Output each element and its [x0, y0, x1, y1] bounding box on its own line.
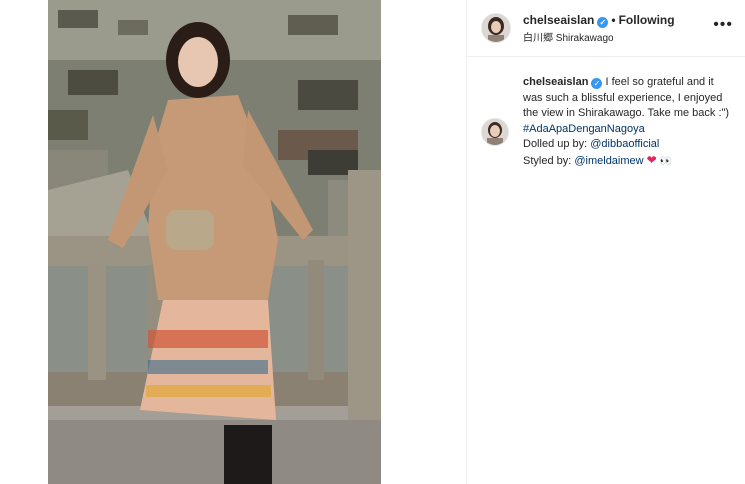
- more-options-icon[interactable]: •••: [713, 16, 733, 34]
- photo-illustration: [48, 0, 381, 484]
- caption-avatar[interactable]: [481, 118, 509, 146]
- styled-label: Styled by:: [523, 154, 575, 167]
- dolled-label: Dolled up by:: [523, 138, 591, 150]
- verified-badge-icon: ✓: [591, 78, 603, 89]
- hashtag-link[interactable]: #AdaApaDenganNagoya: [523, 123, 645, 135]
- heart-icon: ❤: [646, 152, 657, 167]
- post-media-pane: [0, 0, 466, 484]
- mention-link-imeldaimew[interactable]: @imeldaimew: [574, 155, 643, 167]
- location-link[interactable]: 白川郷 Shirakawago: [523, 29, 614, 44]
- post-header: chelseaislan ✓ • Following 白川郷 Shirakawago …: [467, 0, 745, 57]
- eyes-icon: 👀: [659, 155, 673, 167]
- avatar[interactable]: [481, 13, 511, 43]
- verified-badge-icon: ✓: [597, 17, 609, 28]
- following-button[interactable]: Following: [619, 13, 675, 27]
- post-photo[interactable]: [48, 0, 381, 484]
- header-separator: •: [611, 13, 616, 27]
- pane-divider: [466, 0, 467, 484]
- header-user-line: chelseaislan ✓ • Following: [523, 13, 675, 28]
- header-username-link[interactable]: chelseaislan: [523, 13, 594, 27]
- mention-link-dibbaofficial[interactable]: @dibbaofficial: [590, 138, 659, 150]
- caption-username-link[interactable]: chelseaislan: [523, 76, 588, 88]
- caption-text: chelseaislan ✓ I feel so grateful and it …: [523, 75, 733, 169]
